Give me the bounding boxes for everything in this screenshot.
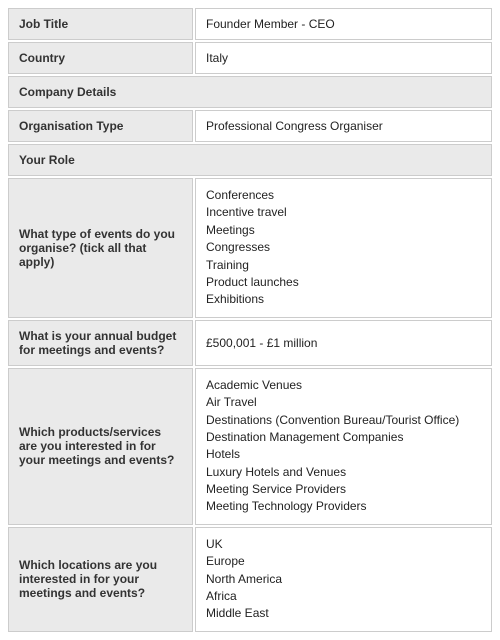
table-row: Which products/services are you interest…	[8, 368, 492, 525]
country-value: Italy	[195, 42, 492, 74]
profile-table: Job Title Founder Member - CEO Country I…	[6, 6, 494, 634]
event-types-value: ConferencesIncentive travelMeetingsCongr…	[195, 178, 492, 318]
table-row: Organisation Type Professional Congress …	[8, 110, 492, 142]
budget-label: What is your annual budget for meetings …	[8, 320, 193, 366]
company-details-header: Company Details	[8, 76, 492, 108]
job-title-label: Job Title	[8, 8, 193, 40]
org-type-value: Professional Congress Organiser	[195, 110, 492, 142]
table-row: Company Details	[8, 76, 492, 108]
job-title-value: Founder Member - CEO	[195, 8, 492, 40]
table-row: Your Role	[8, 144, 492, 176]
table-row: Country Italy	[8, 42, 492, 74]
country-label: Country	[8, 42, 193, 74]
table-row: What is your annual budget for meetings …	[8, 320, 492, 366]
org-type-label: Organisation Type	[8, 110, 193, 142]
your-role-header: Your Role	[8, 144, 492, 176]
table-row: What type of events do you organise? (ti…	[8, 178, 492, 318]
products-services-value: Academic VenuesAir TravelDestinations (C…	[195, 368, 492, 525]
table-row: Job Title Founder Member - CEO	[8, 8, 492, 40]
event-types-label: What type of events do you organise? (ti…	[8, 178, 193, 318]
budget-value: £500,001 - £1 million	[195, 320, 492, 366]
products-services-label: Which products/services are you interest…	[8, 368, 193, 525]
